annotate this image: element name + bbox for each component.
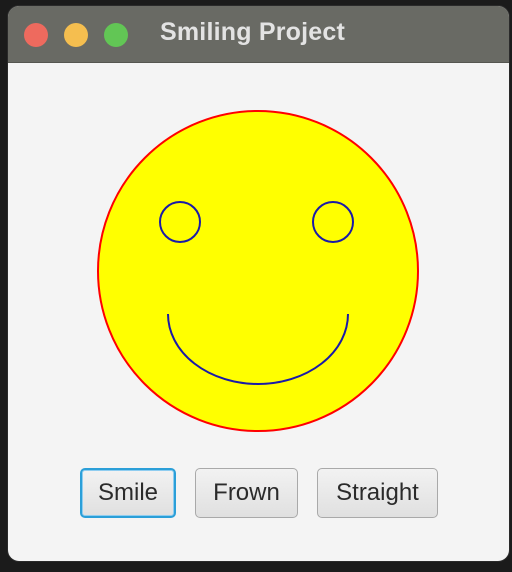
title-bar[interactable]: Smiling Project xyxy=(8,6,509,63)
smile-button[interactable]: Smile xyxy=(80,468,176,518)
minimize-window-button[interactable] xyxy=(64,23,88,47)
window-title: Smiling Project xyxy=(160,18,345,46)
close-window-button[interactable] xyxy=(24,23,48,47)
drawing-canvas xyxy=(97,110,419,432)
zoom-window-button[interactable] xyxy=(104,23,128,47)
straight-button[interactable]: Straight xyxy=(317,468,438,518)
app-window: Smiling Project Smile Frown Straight xyxy=(8,6,509,561)
frown-button[interactable]: Frown xyxy=(195,468,298,518)
